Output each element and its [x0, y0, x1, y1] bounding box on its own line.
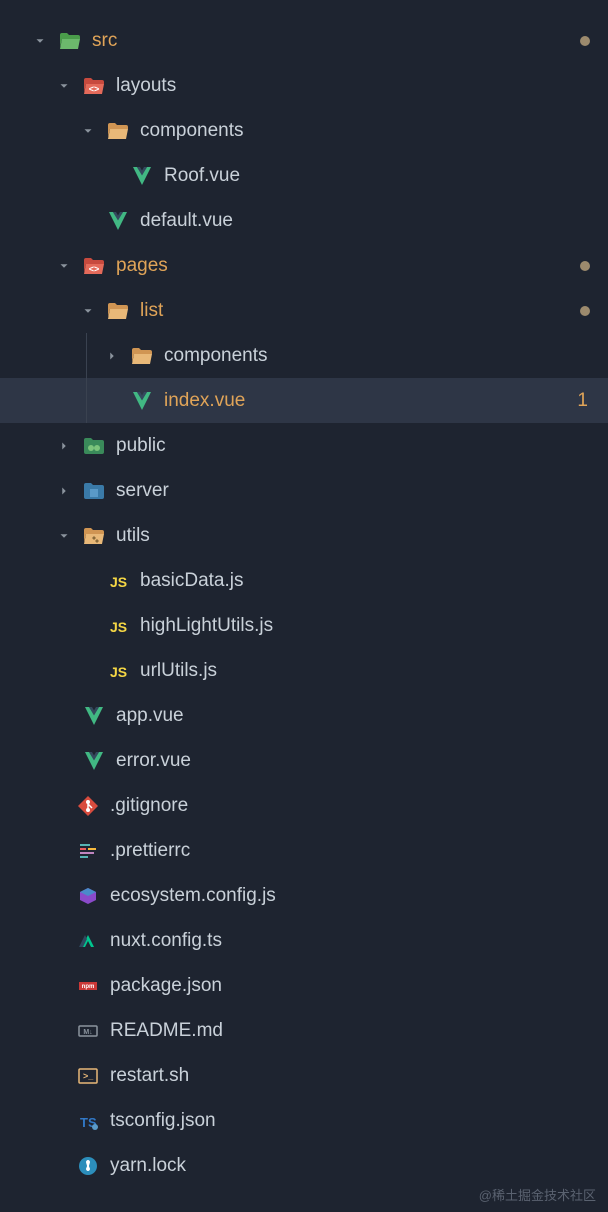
file-label: error.vue: [116, 750, 608, 772]
folder-open-icon: [104, 299, 132, 323]
folder-label: components: [164, 345, 608, 367]
chevron-right-icon: [54, 481, 74, 501]
file-package-json[interactable]: package.json: [0, 963, 608, 1008]
modified-dot: [580, 36, 590, 46]
chevron-down-icon: [78, 121, 98, 141]
modified-dot: [580, 306, 590, 316]
git-icon: [74, 794, 102, 818]
file-yarn-lock[interactable]: yarn.lock: [0, 1143, 608, 1188]
folder-server-icon: [80, 479, 108, 503]
folder-pages[interactable]: pages: [0, 243, 608, 288]
yarn-icon: [74, 1154, 102, 1178]
folder-label: src: [92, 30, 580, 52]
file-index-vue[interactable]: index.vue 1: [0, 378, 608, 423]
folder-public-icon: [80, 434, 108, 458]
file-app-vue[interactable]: app.vue: [0, 693, 608, 738]
folder-utils-icon: [80, 524, 108, 548]
file-label: Roof.vue: [164, 165, 608, 187]
file-ecosystem-config[interactable]: ecosystem.config.js: [0, 873, 608, 918]
file-label: default.vue: [140, 210, 608, 232]
file-label: urlUtils.js: [140, 660, 608, 682]
modified-dot: [580, 261, 590, 271]
file-label: basicData.js: [140, 570, 608, 592]
file-label: app.vue: [116, 705, 608, 727]
folder-components[interactable]: components: [0, 108, 608, 153]
js-icon: [104, 614, 132, 638]
folder-pages-icon: [80, 254, 108, 278]
folder-src[interactable]: src: [0, 18, 608, 63]
file-prettierrc[interactable]: .prettierrc: [0, 828, 608, 873]
folder-layouts-icon: [80, 74, 108, 98]
vue-icon: [128, 164, 156, 188]
folder-label: layouts: [116, 75, 608, 97]
folder-label: public: [116, 435, 608, 457]
file-label: README.md: [110, 1020, 608, 1042]
folder-label: server: [116, 480, 608, 502]
chevron-down-icon: [54, 76, 74, 96]
vue-icon: [128, 389, 156, 413]
folder-label: pages: [116, 255, 580, 277]
file-label: tsconfig.json: [110, 1110, 608, 1132]
chevron-down-icon: [30, 31, 50, 51]
folder-components-2[interactable]: components: [0, 333, 608, 378]
change-count-badge: 1: [572, 390, 588, 412]
file-label: highLightUtils.js: [140, 615, 608, 637]
file-label: yarn.lock: [110, 1155, 608, 1177]
file-tree: src layouts components Roof.vue default.…: [0, 0, 608, 1188]
vue-icon: [80, 749, 108, 773]
chevron-down-icon: [54, 526, 74, 546]
vue-icon: [104, 209, 132, 233]
chevron-right-icon: [102, 346, 122, 366]
file-default-vue[interactable]: default.vue: [0, 198, 608, 243]
chevron-down-icon: [54, 256, 74, 276]
chevron-down-icon: [78, 301, 98, 321]
chevron-right-icon: [54, 436, 74, 456]
folder-label: components: [140, 120, 608, 142]
folder-src-icon: [56, 29, 84, 53]
folder-label: list: [140, 300, 580, 322]
file-roof-vue[interactable]: Roof.vue: [0, 153, 608, 198]
folder-public[interactable]: public: [0, 423, 608, 468]
file-label: nuxt.config.ts: [110, 930, 608, 952]
file-restart-sh[interactable]: restart.sh: [0, 1053, 608, 1098]
file-label: ecosystem.config.js: [110, 885, 608, 907]
file-urlutils-js[interactable]: urlUtils.js: [0, 648, 608, 693]
file-tsconfig[interactable]: tsconfig.json: [0, 1098, 608, 1143]
watermark: @稀土掘金技术社区: [479, 1185, 596, 1204]
vue-icon: [80, 704, 108, 728]
file-gitignore[interactable]: .gitignore: [0, 783, 608, 828]
folder-label: utils: [116, 525, 608, 547]
file-label: index.vue: [164, 390, 572, 412]
folder-utils[interactable]: utils: [0, 513, 608, 558]
file-readme-md[interactable]: README.md: [0, 1008, 608, 1053]
nuxt-icon: [74, 929, 102, 953]
file-nuxt-config[interactable]: nuxt.config.ts: [0, 918, 608, 963]
folder-icon: [128, 344, 156, 368]
markdown-icon: [74, 1019, 102, 1043]
ts-icon: [74, 1109, 102, 1133]
folder-server[interactable]: server: [0, 468, 608, 513]
file-highlight-js[interactable]: highLightUtils.js: [0, 603, 608, 648]
file-label: .prettierrc: [110, 840, 608, 862]
pm2-icon: [74, 884, 102, 908]
folder-list[interactable]: list: [0, 288, 608, 333]
js-icon: [104, 659, 132, 683]
prettier-icon: [74, 839, 102, 863]
file-label: .gitignore: [110, 795, 608, 817]
file-label: package.json: [110, 975, 608, 997]
npm-icon: [74, 974, 102, 998]
file-error-vue[interactable]: error.vue: [0, 738, 608, 783]
file-label: restart.sh: [110, 1065, 608, 1087]
folder-open-icon: [104, 119, 132, 143]
js-icon: [104, 569, 132, 593]
file-basicdata-js[interactable]: basicData.js: [0, 558, 608, 603]
folder-layouts[interactable]: layouts: [0, 63, 608, 108]
shell-icon: [74, 1064, 102, 1088]
